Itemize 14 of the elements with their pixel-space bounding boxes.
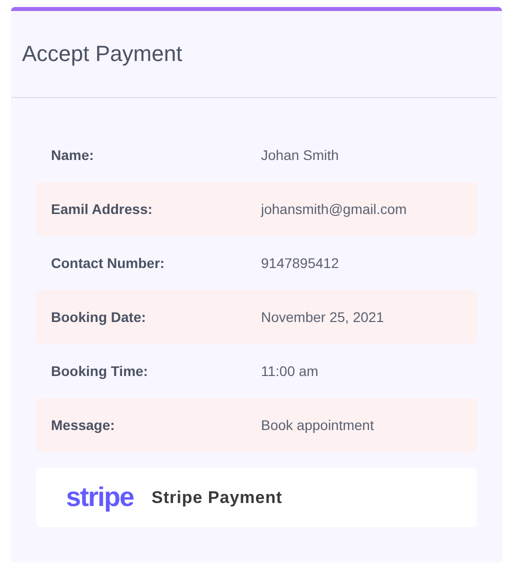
field-label: Booking Date: xyxy=(50,309,147,325)
field-value: November 25, 2021 xyxy=(261,309,384,325)
field-label: Booking Time: xyxy=(50,363,149,379)
field-value: 9147895412 xyxy=(261,255,339,271)
field-label: Contact Number: xyxy=(50,255,166,271)
field-label: Eamil Address: xyxy=(50,201,154,217)
stripe-payment-option[interactable]: stripe Stripe Payment xyxy=(36,468,477,527)
field-label: Message: xyxy=(50,417,116,433)
field-value: Book appointment xyxy=(261,417,374,433)
field-value: 11:00 am xyxy=(261,363,318,379)
field-label: Name: xyxy=(50,147,95,163)
field-value: Johan Smith xyxy=(261,147,339,163)
card-title: Accept Payment xyxy=(22,41,182,67)
field-value: johansmith@gmail.com xyxy=(261,201,407,217)
